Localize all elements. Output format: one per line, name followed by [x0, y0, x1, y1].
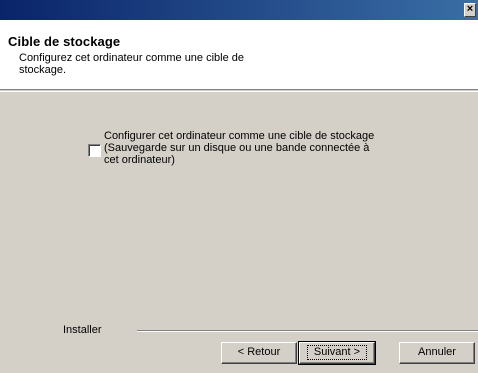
header-panel: Cible de stockage Configurez cet ordinat… [0, 20, 478, 90]
close-button[interactable]: × [464, 3, 476, 17]
next-button[interactable]: Suivant > [298, 341, 376, 365]
back-button[interactable]: < Retour [221, 342, 297, 364]
page-title: Cible de stockage [8, 34, 121, 49]
cancel-button[interactable]: Annuler [399, 342, 475, 364]
title-bar: × [0, 0, 478, 20]
storage-target-label[interactable]: Configurer cet ordinateur comme une cibl… [104, 130, 384, 166]
page-description: Configurez cet ordinateur comme une cibl… [19, 52, 245, 76]
next-button-label: Suivant > [306, 345, 368, 360]
storage-target-checkbox[interactable] [88, 144, 101, 157]
install-group-divider [137, 330, 478, 332]
close-icon: × [466, 3, 474, 15]
header-divider [0, 91, 478, 92]
cancel-button-label: Annuler [418, 346, 456, 358]
install-group-label: Installer [63, 324, 102, 336]
back-button-label: < Retour [237, 346, 281, 358]
